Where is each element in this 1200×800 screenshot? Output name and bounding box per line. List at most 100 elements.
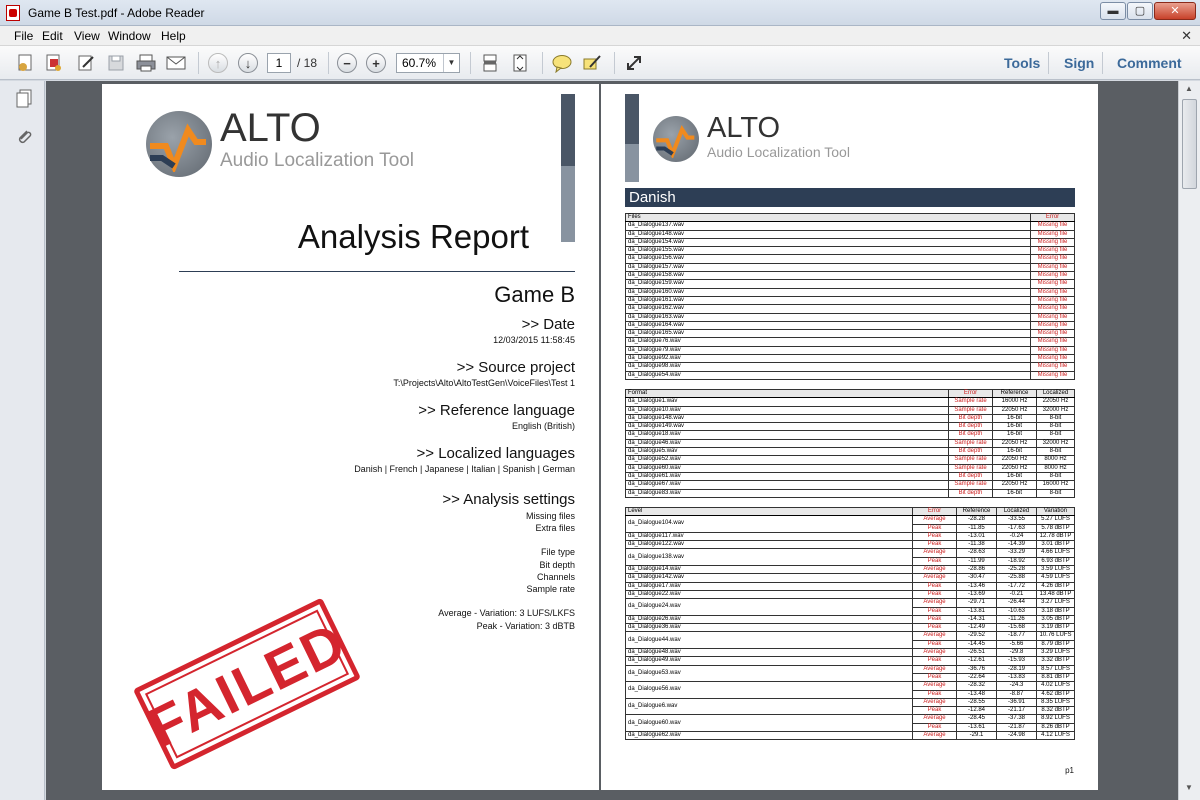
table-row: da_Dialogue92.wav Missing file bbox=[625, 354, 1075, 364]
table-row: da_Dialogue24.wav Average -29.71 -26.44 3.27… bbox=[625, 598, 1075, 616]
table-row: da_Dialogue14.wav Average -28.86 -25.28 3.59… bbox=[625, 565, 1075, 575]
table-row: da_Dialogue60.wav Average -28.45 -37.38 8.92… bbox=[625, 714, 1075, 733]
table-row: da_Dialogue54.wav Missing file bbox=[625, 370, 1075, 380]
save-icon[interactable] bbox=[104, 52, 128, 74]
file-name-cell: da_Dialogue159.wav bbox=[625, 279, 1031, 289]
minimize-button[interactable]: ▬ bbox=[1100, 2, 1126, 20]
vertical-scrollbar[interactable]: ▲ ▼ bbox=[1178, 81, 1200, 800]
file-name-cell: da_Dialogue160.wav bbox=[625, 287, 1031, 297]
error-cell: Missing file bbox=[1030, 295, 1075, 306]
column-header: Localized bbox=[1036, 388, 1075, 399]
error-cell: Missing file bbox=[1030, 279, 1075, 289]
table-row: da_Dialogue148.wav Missing file bbox=[625, 229, 1075, 239]
zoom-select[interactable]: 60.7% ▼ bbox=[396, 53, 460, 73]
chevron-down-icon[interactable]: ▼ bbox=[443, 54, 459, 72]
tools-button[interactable]: Tools bbox=[1004, 55, 1040, 71]
scroll-down-icon[interactable]: ▼ bbox=[1183, 783, 1195, 795]
fit-page-icon[interactable] bbox=[508, 52, 532, 74]
localized-cell: -14.39 bbox=[996, 540, 1037, 550]
file-name-cell: da_Dialogue53.wav bbox=[625, 664, 913, 683]
localized-cell: -17.72 bbox=[996, 581, 1037, 591]
table-row: da_Dialogue154.wav Missing file bbox=[625, 237, 1075, 248]
page-number-input[interactable]: 1 bbox=[267, 53, 291, 73]
file-name-cell: da_Dialogue44.wav bbox=[625, 631, 913, 650]
maximize-button[interactable]: ▢ bbox=[1127, 2, 1153, 20]
attachments-icon[interactable] bbox=[15, 127, 33, 147]
next-page-button[interactable]: ↓ bbox=[236, 52, 260, 74]
reference-cell: -29.1 bbox=[956, 730, 997, 741]
localized-cell: -25.88 bbox=[996, 573, 1037, 583]
title-bar: Game B Test.pdf - Adobe Reader ▬ ▢ ✕ bbox=[0, 0, 1200, 26]
sign-button[interactable]: Sign bbox=[1064, 55, 1094, 71]
previous-page-button[interactable]: ↑ bbox=[206, 52, 230, 74]
column-header: Error bbox=[948, 388, 993, 399]
error-cell: Bit depth bbox=[948, 430, 993, 440]
page-thumbnails-icon[interactable] bbox=[15, 89, 33, 109]
close-button[interactable]: ✕ bbox=[1154, 2, 1196, 20]
section-value: Channels bbox=[536, 572, 575, 582]
error-cell: Sample rate bbox=[948, 438, 993, 449]
error-cell: Sample rate bbox=[948, 397, 993, 407]
menu-file[interactable]: File bbox=[14, 29, 33, 43]
variation-cell: 8.57 LUFS bbox=[1036, 664, 1075, 674]
email-icon[interactable] bbox=[164, 52, 188, 74]
variation-cell: 3.19 dBTP bbox=[1036, 623, 1075, 633]
highlight-text-icon[interactable] bbox=[580, 52, 604, 74]
section-value: Extra files bbox=[535, 523, 575, 533]
scrollbar-thumb[interactable] bbox=[1182, 99, 1197, 189]
error-cell: Sample rate bbox=[948, 455, 993, 465]
error-cell: Average bbox=[912, 648, 957, 658]
menu-window[interactable]: Window bbox=[108, 29, 151, 43]
add-note-icon[interactable] bbox=[550, 52, 574, 74]
file-name-cell: da_Dialogue79.wav bbox=[625, 345, 1031, 356]
file-name-cell: da_Dialogue24.wav bbox=[625, 598, 913, 616]
toolbar-separator bbox=[328, 52, 329, 74]
file-name-cell: da_Dialogue163.wav bbox=[625, 312, 1031, 322]
full-screen-icon[interactable] bbox=[622, 52, 646, 74]
file-name-cell: da_Dialogue154.wav bbox=[625, 237, 1031, 248]
print-icon[interactable] bbox=[134, 52, 158, 74]
zoom-out-button[interactable]: − bbox=[335, 52, 359, 74]
scrolling-mode-icon[interactable] bbox=[478, 52, 502, 74]
reference-cell: -14.45 bbox=[956, 639, 997, 650]
table-row: da_Dialogue163.wav Missing file bbox=[625, 312, 1075, 322]
variation-cell: 5.27 LUFS bbox=[1036, 515, 1075, 525]
file-name-cell: da_Dialogue46.wav bbox=[625, 438, 949, 449]
comment-button[interactable]: Comment bbox=[1117, 55, 1182, 71]
logo-tagline: Audio Localization Tool bbox=[220, 150, 415, 171]
error-cell: Sample rate bbox=[948, 480, 993, 490]
file-name-cell: da_Dialogue62.wav bbox=[625, 730, 913, 741]
table-row: da_Dialogue6.wav Average -28.55 -36.91 8.35 … bbox=[625, 697, 1075, 716]
reference-cell: -13.61 bbox=[956, 722, 997, 733]
table-row: da_Dialogue142.wav Average -30.47 -25.88 4.5… bbox=[625, 573, 1075, 583]
table-row: da_Dialogue122.wav Peak -11.38 -14.39 3.01 d… bbox=[625, 540, 1075, 550]
toolbar-separator bbox=[614, 52, 615, 74]
localized-cell: -17.63 bbox=[996, 523, 1037, 533]
file-name-cell: da_Dialogue158.wav bbox=[625, 271, 1031, 281]
close-document-icon[interactable]: ✕ bbox=[1181, 28, 1192, 44]
file-name-cell: da_Dialogue162.wav bbox=[625, 304, 1031, 314]
table-row: da_Dialogue67.wav Sample rate 22050 Hz 1600… bbox=[625, 480, 1075, 490]
localized-cell: -33.29 bbox=[996, 548, 1037, 558]
table-row: da_Dialogue36.wav Peak -12.49 -15.68 3.19 dB… bbox=[625, 623, 1075, 633]
menu-view[interactable]: View bbox=[74, 29, 100, 43]
zoom-in-button[interactable]: + bbox=[364, 52, 388, 74]
table-row: da_Dialogue48.wav Average -26.51 -29.8 3.29 … bbox=[625, 648, 1075, 658]
file-name-cell: da_Dialogue165.wav bbox=[625, 329, 1031, 339]
edit-pdf-icon[interactable] bbox=[74, 52, 98, 74]
decorative-bar bbox=[561, 94, 575, 166]
table-row: da_Dialogue161.wav Missing file bbox=[625, 295, 1075, 306]
file-name-cell: da_Dialogue60.wav bbox=[625, 463, 949, 473]
open-file-icon[interactable] bbox=[42, 52, 66, 74]
column-header: Reference bbox=[992, 388, 1037, 399]
menu-help[interactable]: Help bbox=[161, 29, 186, 43]
menu-edit[interactable]: Edit bbox=[42, 29, 63, 43]
file-name-cell: da_Dialogue138.wav bbox=[625, 548, 913, 567]
table-row: da_Dialogue22.wav Peak -13.69 -0.21 13.48 dB… bbox=[625, 589, 1075, 600]
localized-cell: -24.3 bbox=[996, 681, 1037, 691]
file-name-cell: da_Dialogue56.wav bbox=[625, 681, 913, 699]
localized-cell: -8.87 bbox=[996, 689, 1037, 699]
localized-cell: 8-bit bbox=[1036, 413, 1075, 424]
create-pdf-icon[interactable] bbox=[14, 52, 38, 74]
scroll-up-icon[interactable]: ▲ bbox=[1183, 84, 1195, 96]
